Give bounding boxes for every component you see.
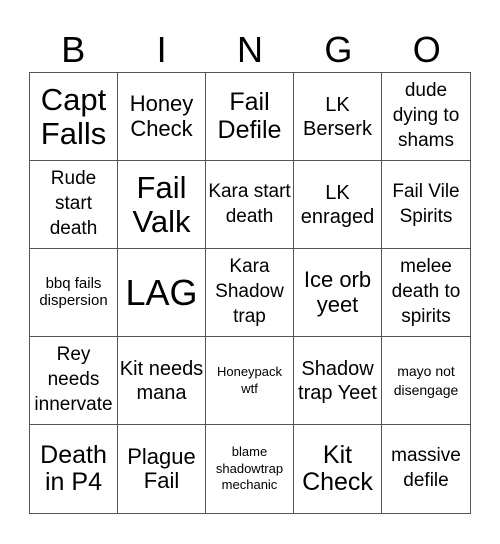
bingo-cell[interactable]: Kara start death	[206, 161, 294, 249]
bingo-cell[interactable]: Fail Defile	[206, 73, 294, 161]
header-letter-i: I	[156, 29, 167, 70]
bingo-cell[interactable]: Kit Check	[294, 425, 382, 513]
bingo-cell[interactable]: Capt Falls	[30, 73, 118, 161]
bingo-cell[interactable]: Fail Vile Spirits	[382, 161, 470, 249]
bingo-cell[interactable]: Fail Valk	[118, 161, 206, 249]
header-letter-g: G	[324, 29, 353, 70]
bingo-cell[interactable]: LK Berserk	[294, 73, 382, 161]
bingo-cell[interactable]: Kit needs mana	[118, 337, 206, 425]
bingo-cell[interactable]: Kara Shadow trap	[206, 249, 294, 337]
bingo-cell[interactable]: Shadow trap Yeet	[294, 337, 382, 425]
bingo-cell[interactable]: Honeypack wtf	[206, 337, 294, 425]
bingo-cell[interactable]: Honey Check	[118, 73, 206, 161]
bingo-cell[interactable]: mayo not disengage	[382, 337, 470, 425]
bingo-cell[interactable]: Rude start death	[30, 161, 118, 249]
bingo-cell[interactable]: Rey needs innervate	[30, 337, 118, 425]
bingo-cell[interactable]: Plague Fail	[118, 425, 206, 513]
bingo-cell[interactable]: blame shadowtrap mechanic	[206, 425, 294, 513]
header-letter-o: O	[412, 29, 441, 70]
bingo-cell[interactable]: LAG	[118, 249, 206, 337]
bingo-cell[interactable]: LK enraged	[294, 161, 382, 249]
bingo-cell[interactable]: dude dying to shams	[382, 73, 470, 161]
bingo-header: B I N G O	[29, 28, 471, 72]
bingo-cell[interactable]: Death in P4	[30, 425, 118, 513]
bingo-cell[interactable]: Ice orb yeet	[294, 249, 382, 337]
header-letter-n: N	[236, 29, 263, 70]
bingo-cell[interactable]: bbq fails dispersion	[30, 249, 118, 337]
bingo-card-grid: Capt Falls Honey Check Fail Defile LK Be…	[29, 72, 471, 514]
bingo-cell[interactable]: melee death to spirits	[382, 249, 470, 337]
header-letter-b: B	[61, 29, 86, 70]
bingo-cell[interactable]: massive defile	[382, 425, 470, 513]
